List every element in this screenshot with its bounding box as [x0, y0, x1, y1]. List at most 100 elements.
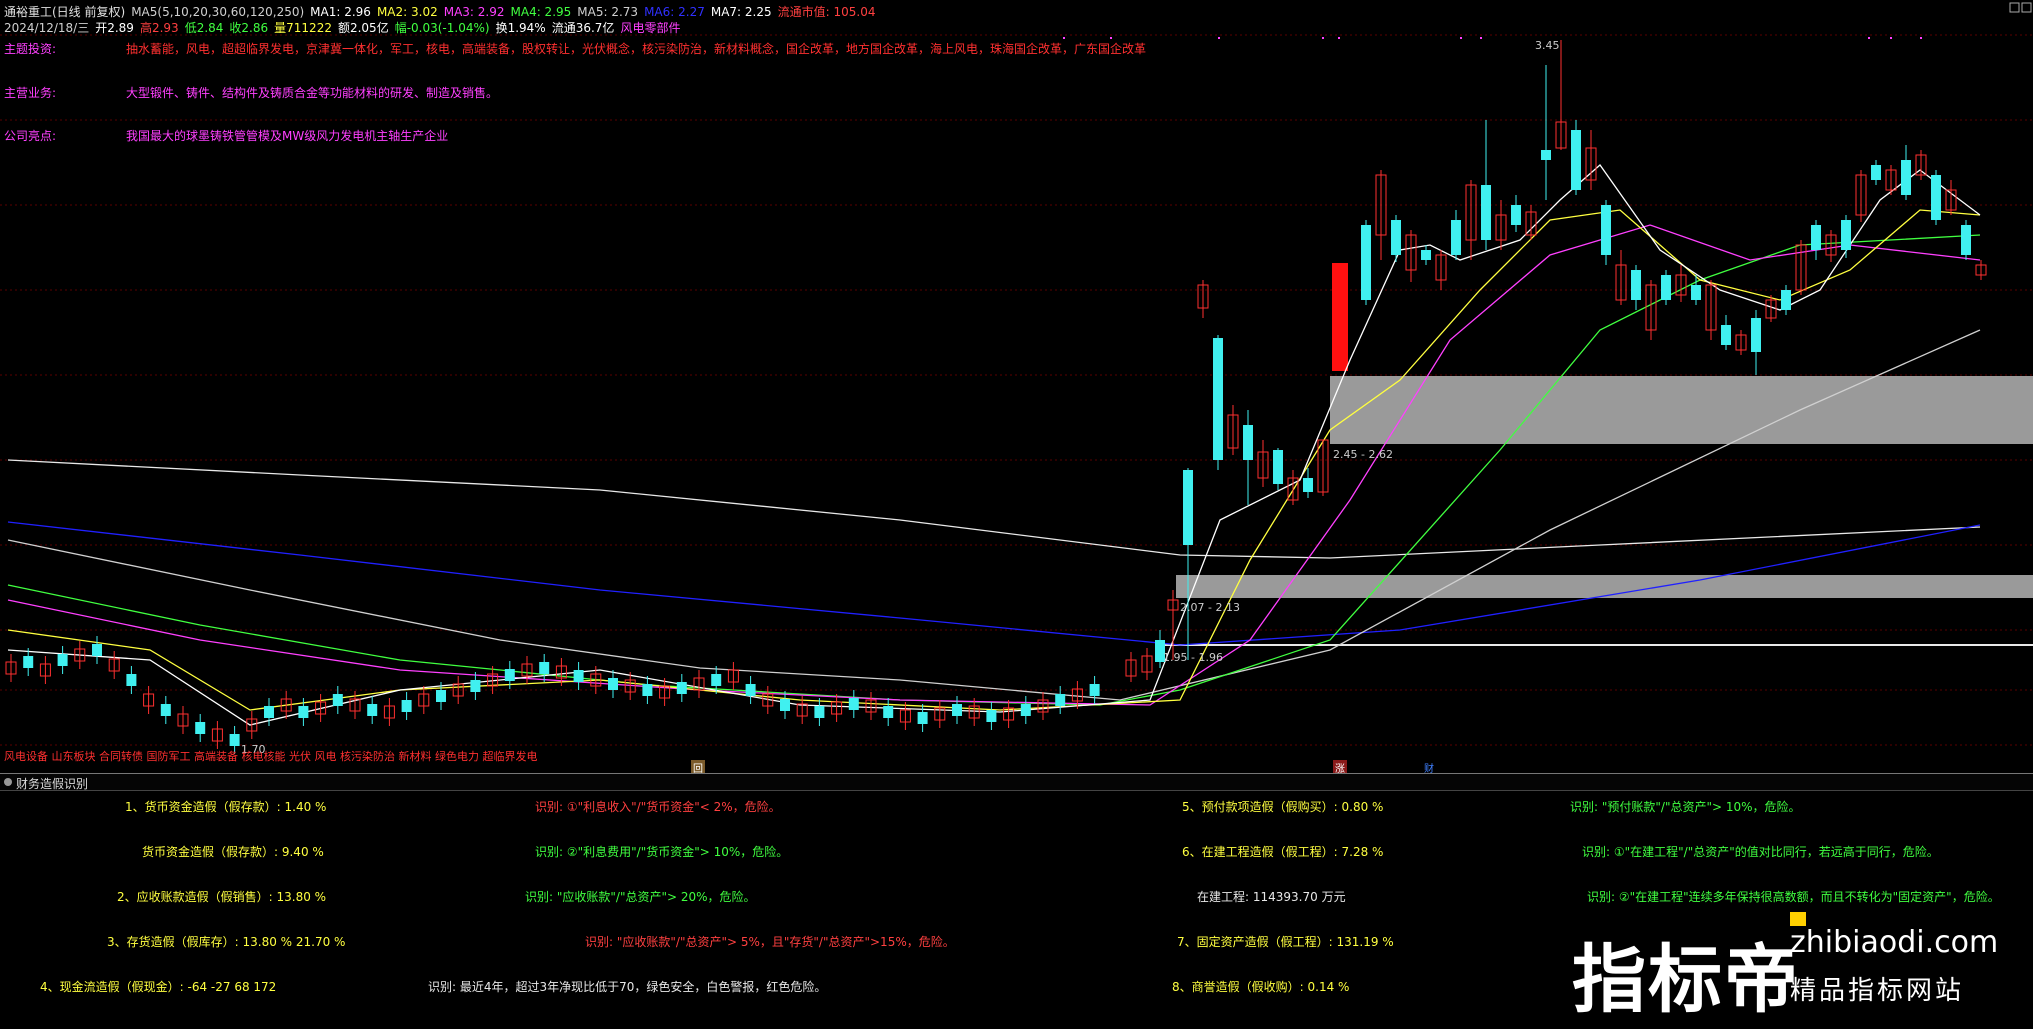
highlight-text: 我国最大的球墨铸铁管管模及MW级风力发电机主轴生产企业: [126, 129, 449, 143]
candle: [1481, 120, 1491, 250]
fin-row1-col2: 识别: ①"利息收入"/"货币资金"< 2%，危险。: [535, 800, 781, 814]
fin-row4-col1: 3、存货造假（假库存）: 13.80 % 21.70 %: [107, 935, 346, 949]
ma-long-white-line: [7, 459, 1981, 559]
candle: [1375, 170, 1387, 260]
candle: [1020, 696, 1031, 724]
fin-row5-col3: 8、商誉造假（假收购）: 0.14 %: [1172, 980, 1350, 994]
candle: [1495, 200, 1507, 250]
candle: [952, 696, 962, 724]
candle: [1391, 215, 1401, 262]
header-indicator-6: MA5: 2.73: [577, 5, 639, 19]
candle: [865, 692, 877, 720]
watermark-logo-text: 指标帝: [1572, 937, 1800, 1023]
moving-average-lines: [7, 164, 1981, 726]
candle: [1585, 130, 1597, 190]
candle: [1287, 470, 1299, 505]
finance-panel-titlebar: [0, 773, 2033, 791]
candle: [745, 676, 756, 704]
fin-row3-col4: 识别: ②"在建工程"连续多年保持很高数额，而且不转化为"固定资产"，危险。: [1587, 890, 2000, 904]
header-indicator-8: MA7: 2.25: [710, 5, 772, 19]
candle: [1273, 448, 1283, 490]
candle: [1885, 165, 1897, 195]
header-indicator-3: MA2: 3.02: [376, 5, 438, 19]
candle: [1003, 700, 1015, 728]
header-quote-5: 量711222: [274, 21, 332, 35]
candle: [573, 662, 584, 690]
fin-row3-col1: 2、应收账款造假（假销售）: 13.80 %: [117, 890, 327, 904]
candle: [1915, 150, 1927, 180]
ma1-line: [7, 164, 1981, 726]
candle: [1227, 405, 1239, 455]
zone-middle-label: 2.07 - 2.13: [1180, 601, 1240, 614]
candle: [1705, 280, 1717, 340]
fin-row5-col2: 识别: 最近4年，超过3年净现比低于70，绿色安全，白色警报，红色危险。: [428, 980, 827, 994]
candle: [676, 674, 687, 702]
fin-row1-col1: 1、货币资金造假（假存款）: 1.40 %: [125, 800, 327, 814]
candle: [1931, 170, 1941, 225]
candle: [108, 651, 120, 679]
highlight-label: 公司亮点:: [4, 129, 57, 143]
candle: [1825, 230, 1837, 262]
fin-row2-col2: 识别: ②"利息费用"/"货币资金"> 10%，危险。: [535, 845, 789, 859]
theme-text: 抽水蓄能，风电，超超临界发电，京津冀一体化，军工，核电，高端装备，股权转让，光伏…: [126, 42, 1147, 56]
candle: [1675, 265, 1687, 302]
candle: [642, 676, 653, 704]
panel-collapse-icon[interactable]: [4, 778, 12, 786]
candle: [195, 714, 206, 742]
header-quote-2: 高2.93: [139, 21, 179, 35]
candle: [1871, 160, 1881, 185]
quote-header-row2: 2024/12/18/三 开2.89 高2.93 低2.84 收2.86 量711222 额…: [4, 19, 686, 36]
header-quote-4: 收2.86: [229, 21, 269, 35]
candle: [1361, 220, 1371, 305]
candle: [1257, 440, 1269, 487]
candle: [367, 696, 378, 724]
candle: [1811, 220, 1821, 260]
candle: [1525, 205, 1537, 240]
candle: [160, 696, 171, 724]
candle: [1451, 210, 1461, 260]
candle: [57, 646, 68, 674]
kline-chart[interactable]: [0, 0, 2033, 773]
candle: [1421, 245, 1431, 265]
header-quote-3: 低2.84: [184, 21, 224, 35]
candle: [917, 704, 928, 732]
concept-tags: 风电设备 山东板块 合同转债 国防军工 高端装备 核电核能 光伏 风电 核污染防…: [4, 750, 538, 763]
candle: [39, 656, 51, 684]
business-label: 主营业务:: [4, 86, 57, 100]
window-restore-icon[interactable]: [2009, 2, 2020, 13]
theme-label: 主题投资:: [4, 42, 57, 56]
candle: [1089, 676, 1100, 704]
candle: [246, 711, 258, 739]
candle: [934, 700, 946, 728]
fin-row1-col4: 识别: "预付账款"/"总资产"> 10%，危险。: [1570, 800, 1801, 814]
candle: [1961, 220, 1971, 260]
high-price-label: 3.45: [1535, 39, 1560, 52]
resistance-zone-upper: [1330, 376, 2033, 444]
candle: [1795, 240, 1807, 295]
candle: [693, 670, 705, 698]
signal-dots: [1063, 37, 1922, 39]
header-quote-10: 风电零部件: [620, 21, 681, 35]
candle: [1141, 648, 1153, 680]
candle: [177, 706, 189, 734]
candle: [1601, 200, 1611, 265]
resistance-zone-middle: [1176, 575, 2033, 598]
fin-row2-col1: 货币资金造假（假存款）: 9.40 %: [142, 845, 324, 859]
header-indicator-9: 流通市值: 105.04: [777, 5, 876, 19]
candle: [1735, 330, 1747, 355]
candle: [1781, 285, 1791, 315]
candle: [608, 670, 618, 698]
candle: [401, 692, 412, 720]
candle: [1645, 280, 1657, 340]
candle: [780, 691, 790, 719]
header-indicator-5: MA4: 2.95: [510, 5, 572, 19]
header-quote-8: 换1.94%: [495, 21, 546, 35]
header-quote-1: 开2.89: [95, 21, 134, 35]
candle: [539, 654, 550, 682]
fin-row4-col3: 7、固定资产造假（假工程）: 131.19 %: [1177, 935, 1394, 949]
window-close-icon[interactable]: [2021, 2, 2032, 13]
candle: [1197, 280, 1209, 318]
candle: [1631, 265, 1641, 310]
candle: [1405, 230, 1417, 282]
candle: [1841, 215, 1851, 258]
